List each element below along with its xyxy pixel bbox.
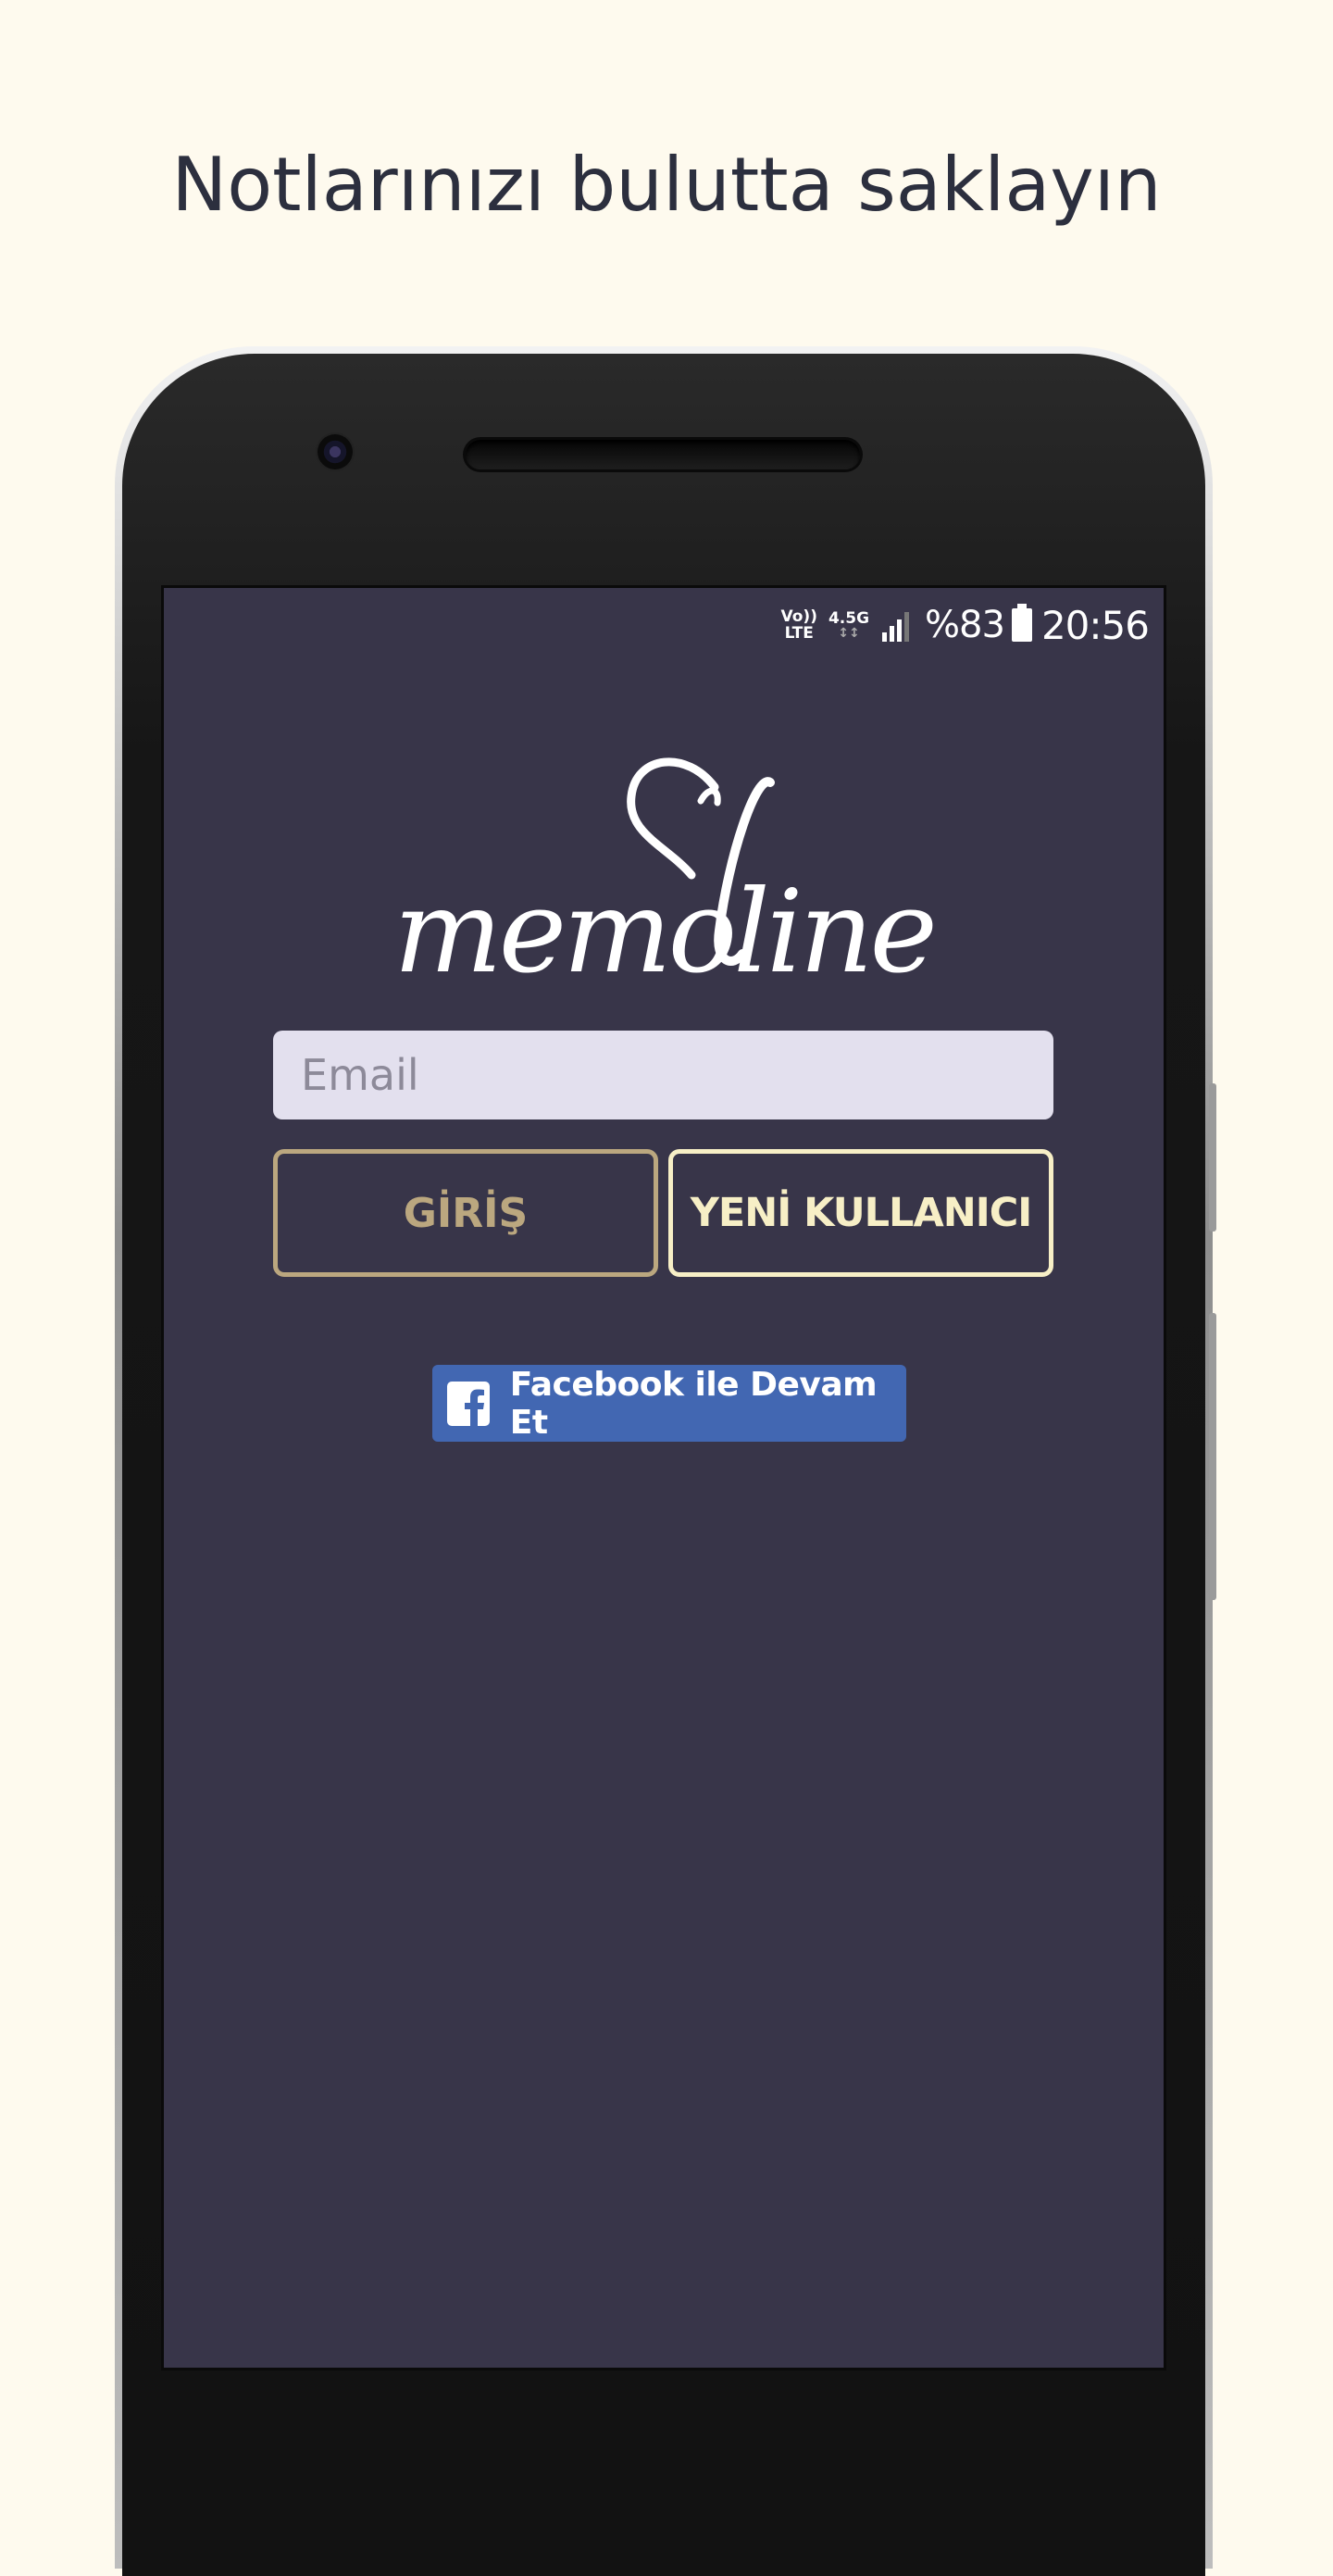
facebook-login-button[interactable]: Facebook ile Devam Et xyxy=(432,1365,906,1442)
clock: 20:56 xyxy=(1040,602,1150,648)
new-user-button-label: YENİ KULLANICI xyxy=(690,1190,1033,1236)
facebook-icon xyxy=(447,1381,490,1426)
network-4-5g-icon: 4.5G ↕↕ xyxy=(828,610,869,640)
app-logo: memoline xyxy=(164,745,1164,999)
volte-label-top: Vo)) xyxy=(780,607,817,626)
data-arrows-icon: ↕↕ xyxy=(838,626,860,641)
new-user-button[interactable]: YENİ KULLANICI xyxy=(668,1149,1053,1277)
status-bar: Vo)) LTE 4.5G ↕↕ %83 20:56 xyxy=(781,599,1150,651)
facebook-button-label: Facebook ile Devam Et xyxy=(509,1365,878,1442)
login-button[interactable]: GİRİŞ xyxy=(273,1149,658,1277)
battery-percent: %83 xyxy=(925,604,1005,646)
volume-button xyxy=(1209,1083,1216,1232)
volte-label-bottom: LTE xyxy=(784,624,814,643)
battery-icon xyxy=(1011,604,1032,642)
logo-wordmark: memoline xyxy=(393,866,938,999)
promo-headline: Notlarınızı bulutta saklayın xyxy=(171,142,1162,228)
network-label: 4.5G xyxy=(828,609,870,628)
earpiece-speaker xyxy=(466,440,860,469)
app-screen: Vo)) LTE 4.5G ↕↕ %83 20:56 memoline GİRİ… xyxy=(161,585,1166,2370)
login-button-label: GİRİŞ xyxy=(403,1189,529,1237)
volte-icon: Vo)) LTE xyxy=(781,608,817,642)
signal-icon xyxy=(882,612,910,642)
power-button xyxy=(1209,1313,1216,1600)
facebook-f-icon xyxy=(465,1389,484,1426)
email-input[interactable] xyxy=(273,1031,1053,1119)
front-camera xyxy=(318,434,353,469)
